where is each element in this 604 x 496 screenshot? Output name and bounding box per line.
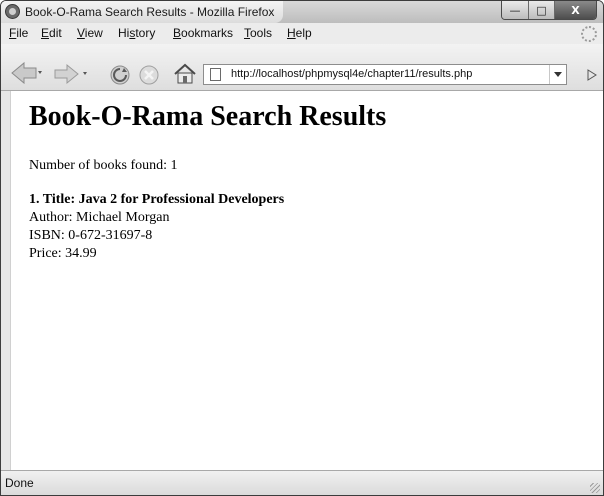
back-button[interactable] <box>9 60 43 86</box>
maximize-button[interactable]: □ <box>528 1 554 19</box>
address-bar[interactable]: http://localhost/phpmysql4e/chapter11/re… <box>203 64 567 85</box>
book-count: Number of books found: 1 <box>29 158 178 173</box>
stop-button[interactable] <box>138 64 160 86</box>
page-icon <box>210 68 221 81</box>
stop-icon <box>139 65 159 85</box>
menu-tools[interactable]: Tools <box>244 26 272 40</box>
navigation-toolbar: http://localhost/phpmysql4e/chapter11/re… <box>1 44 603 91</box>
menu-history[interactable]: History <box>118 26 155 40</box>
menu-bar: File Edit View History Bookmarks Tools H… <box>1 23 603 45</box>
menu-bookmarks[interactable]: Bookmarks <box>173 26 233 40</box>
menu-edit[interactable]: Edit <box>41 26 62 40</box>
forward-button[interactable] <box>51 62 91 86</box>
window-title: Book-O-Rama Search Results - Mozilla Fir… <box>25 5 275 19</box>
menu-file[interactable]: File <box>9 26 28 40</box>
home-icon <box>174 63 196 84</box>
status-bar: Done <box>1 470 603 495</box>
minimize-button[interactable]: — <box>502 1 528 19</box>
go-button[interactable] <box>584 64 600 85</box>
book-author: Author: Michael Morgan <box>29 210 170 225</box>
home-button[interactable] <box>173 63 197 85</box>
window-controls: — □ X <box>501 1 597 20</box>
browser-window: Book-O-Rama Search Results - Mozilla Fir… <box>0 0 604 496</box>
go-icon <box>587 68 597 81</box>
reload-button[interactable] <box>109 64 131 86</box>
reload-icon <box>110 65 130 85</box>
title-bar[interactable]: Book-O-Rama Search Results - Mozilla Fir… <box>1 1 603 23</box>
page-title: Book-O-Rama Search Results <box>29 101 387 132</box>
dropdown-icon <box>554 71 562 77</box>
close-button[interactable]: X <box>554 1 596 19</box>
resize-grip-icon[interactable] <box>590 483 600 493</box>
address-url: http://localhost/phpmysql4e/chapter11/re… <box>231 68 473 80</box>
book-price: Price: 34.99 <box>29 246 97 261</box>
menu-help[interactable]: Help <box>287 26 312 40</box>
back-icon <box>11 61 42 85</box>
book-title: 1. Title: Java 2 for Professional Develo… <box>29 192 285 207</box>
activity-throbber-icon <box>581 26 597 42</box>
status-text: Done <box>5 476 34 490</box>
menu-view[interactable]: View <box>77 26 103 40</box>
page-content: Book-O-Rama Search Results Number of boo… <box>10 91 603 470</box>
title-tab: Book-O-Rama Search Results - Mozilla Fir… <box>1 1 283 23</box>
firefox-icon <box>5 4 20 19</box>
book-isbn: ISBN: 0-672-31697-8 <box>29 228 153 243</box>
address-dropdown[interactable] <box>549 65 566 84</box>
forward-icon <box>54 63 87 85</box>
